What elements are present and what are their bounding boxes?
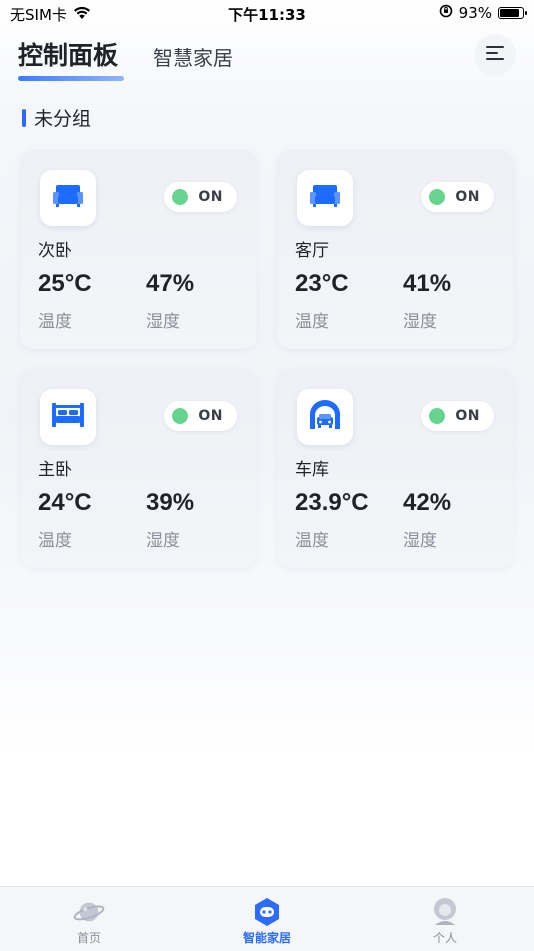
status-dot <box>429 408 446 424</box>
section-accent-bar <box>22 108 26 127</box>
humidity-label: 湿度 <box>146 531 180 551</box>
tabbar-label-profile: 个人 <box>432 931 457 945</box>
temperature-label: 温度 <box>295 531 329 551</box>
humidity-value: 39% <box>146 489 195 516</box>
tabbar-item-profile[interactable]: 个人 <box>385 887 505 951</box>
temperature-value: 23°C <box>295 270 349 297</box>
bed-icon <box>51 401 85 433</box>
battery-percent: 93% <box>458 4 492 22</box>
room-name: 车库 <box>295 460 329 480</box>
temperature-label: 温度 <box>295 312 329 332</box>
tabbar-item-smart-home[interactable]: 智能家居 <box>207 887 327 951</box>
room-card-living-room[interactable]: ON 客厅 23°C 41% 温度 湿度 <box>277 150 514 349</box>
toggle-label: ON <box>198 408 223 424</box>
status-bar: 无SIM卡 下午11:33 93% <box>0 0 534 28</box>
toggle-label: ON <box>455 189 480 205</box>
temperature-label: 温度 <box>38 312 72 332</box>
status-dot <box>172 189 189 205</box>
user-icon <box>429 897 461 927</box>
bottom-tab-bar: 首页 智能家居 个人 <box>0 886 534 951</box>
room-card-garage[interactable]: ON 车库 23.9°C 42% 温度 湿度 <box>277 369 514 568</box>
room-card-secondary-bedroom[interactable]: ON 次卧 25°C 47% 温度 湿度 <box>20 150 257 349</box>
sofa-icon <box>52 183 84 213</box>
room-icon-tile <box>40 389 96 445</box>
garage-icon <box>308 399 342 435</box>
section-title: 未分组 <box>22 104 91 131</box>
tabbar-label-smart-home: 智能家居 <box>242 931 291 945</box>
tab-active-indicator <box>18 76 124 81</box>
toggle-label: ON <box>198 189 223 205</box>
status-dot <box>172 408 189 424</box>
room-name: 主卧 <box>38 460 72 480</box>
temperature-value: 23.9°C <box>295 489 369 516</box>
power-toggle[interactable]: ON <box>164 401 237 431</box>
tab-smart-home[interactable]: 智慧家居 <box>153 42 233 71</box>
menu-icon <box>486 45 504 65</box>
sofa-icon <box>309 183 341 213</box>
planet-icon <box>73 897 105 927</box>
humidity-label: 湿度 <box>146 312 180 332</box>
rotation-lock-icon <box>439 4 453 22</box>
humidity-label: 湿度 <box>403 312 437 332</box>
temperature-value: 25°C <box>38 270 92 297</box>
humidity-value: 41% <box>403 270 452 297</box>
power-toggle[interactable]: ON <box>421 401 494 431</box>
power-toggle[interactable]: ON <box>421 182 494 212</box>
header: 控制面板 智慧家居 <box>0 28 534 84</box>
room-icon-tile <box>297 389 353 445</box>
humidity-label: 湿度 <box>403 531 437 551</box>
tab-control-panel[interactable]: 控制面板 <box>18 36 118 72</box>
room-name: 客厅 <box>295 241 329 261</box>
temperature-value: 24°C <box>38 489 92 516</box>
tabbar-item-home[interactable]: 首页 <box>29 887 149 951</box>
battery-icon <box>498 7 527 19</box>
menu-button[interactable] <box>474 34 516 76</box>
room-card-master-bedroom[interactable]: ON 主卧 24°C 39% 温度 湿度 <box>20 369 257 568</box>
power-toggle[interactable]: ON <box>164 182 237 212</box>
toggle-label: ON <box>455 408 480 424</box>
humidity-value: 42% <box>403 489 452 516</box>
status-dot <box>429 189 446 205</box>
section-title-label: 未分组 <box>34 108 92 130</box>
temperature-label: 温度 <box>38 531 72 551</box>
room-name: 次卧 <box>38 241 72 261</box>
room-icon-tile <box>297 170 353 226</box>
room-icon-tile <box>40 170 96 226</box>
tabbar-label-home: 首页 <box>76 931 101 945</box>
robot-icon <box>251 897 283 927</box>
humidity-value: 47% <box>146 270 195 297</box>
